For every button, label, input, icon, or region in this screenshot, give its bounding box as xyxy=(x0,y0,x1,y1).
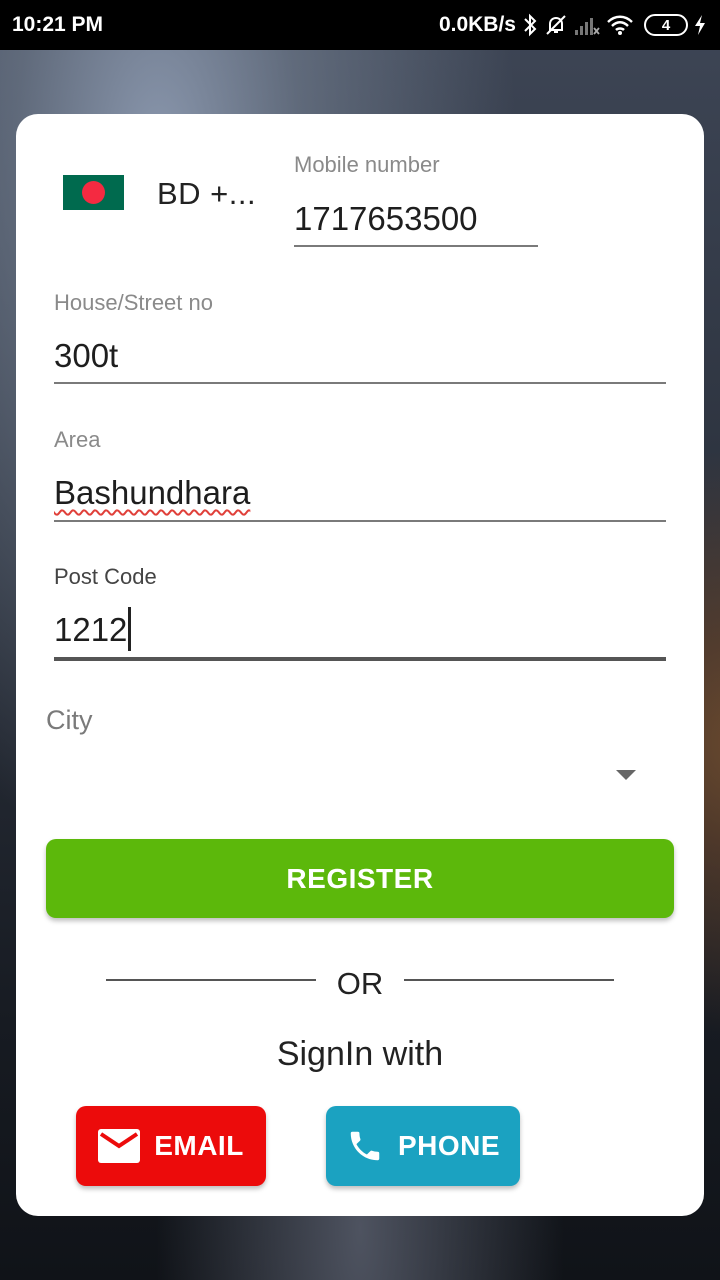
area-underline xyxy=(54,520,666,522)
phone-signin-button[interactable]: PHONE xyxy=(326,1106,520,1186)
network-speed: 0.0KB/s xyxy=(438,13,516,36)
battery-icon: 4 xyxy=(644,14,688,36)
post-code-label: Post Code xyxy=(54,564,157,589)
charging-icon xyxy=(694,14,706,36)
mobile-number-label: Mobile number xyxy=(294,152,440,177)
register-button[interactable]: REGISTER xyxy=(46,839,674,918)
city-label: City xyxy=(46,705,93,735)
house-street-input[interactable]: 300t xyxy=(54,337,118,375)
status-bar: 10:21 PM 0.0KB/s 4 xyxy=(0,0,720,50)
mobile-number-underline xyxy=(294,245,538,247)
email-signin-button[interactable]: EMAIL xyxy=(76,1106,266,1186)
status-time: 10:21 PM xyxy=(12,13,104,36)
area-input[interactable]: Bashundhara xyxy=(54,474,250,512)
city-dropdown-arrow-icon[interactable] xyxy=(616,770,636,780)
area-label: Area xyxy=(54,427,101,452)
bangladesh-flag-icon[interactable] xyxy=(63,175,124,210)
email-signin-label: EMAIL xyxy=(154,1130,244,1161)
status-icons: 0.0KB/s 4 xyxy=(439,13,706,37)
mail-icon xyxy=(98,1129,141,1163)
country-code-picker[interactable]: BD +... xyxy=(157,176,256,212)
phone-signin-label: PHONE xyxy=(397,1130,501,1161)
post-code-value: 1212 xyxy=(54,611,128,648)
post-code-underline xyxy=(54,657,666,661)
bluetooth-icon xyxy=(522,13,538,37)
registration-card: BD +... Mobile number 1717653500 House/S… xyxy=(16,114,704,1216)
divider-line-left xyxy=(106,979,316,981)
text-caret xyxy=(128,607,132,652)
signin-title: SignIn with xyxy=(276,1035,444,1073)
post-code-input[interactable]: 1212 xyxy=(54,607,132,652)
or-text: OR xyxy=(336,966,384,1001)
divider-line-right xyxy=(404,979,614,981)
phone-icon xyxy=(346,1127,384,1165)
house-street-label: House/Street no xyxy=(54,290,213,315)
mobile-number-input[interactable]: 1717653500 xyxy=(294,200,478,238)
bell-muted-icon xyxy=(544,13,568,37)
house-street-underline xyxy=(54,382,666,384)
signal-icon xyxy=(574,14,600,36)
wifi-icon xyxy=(606,14,634,36)
